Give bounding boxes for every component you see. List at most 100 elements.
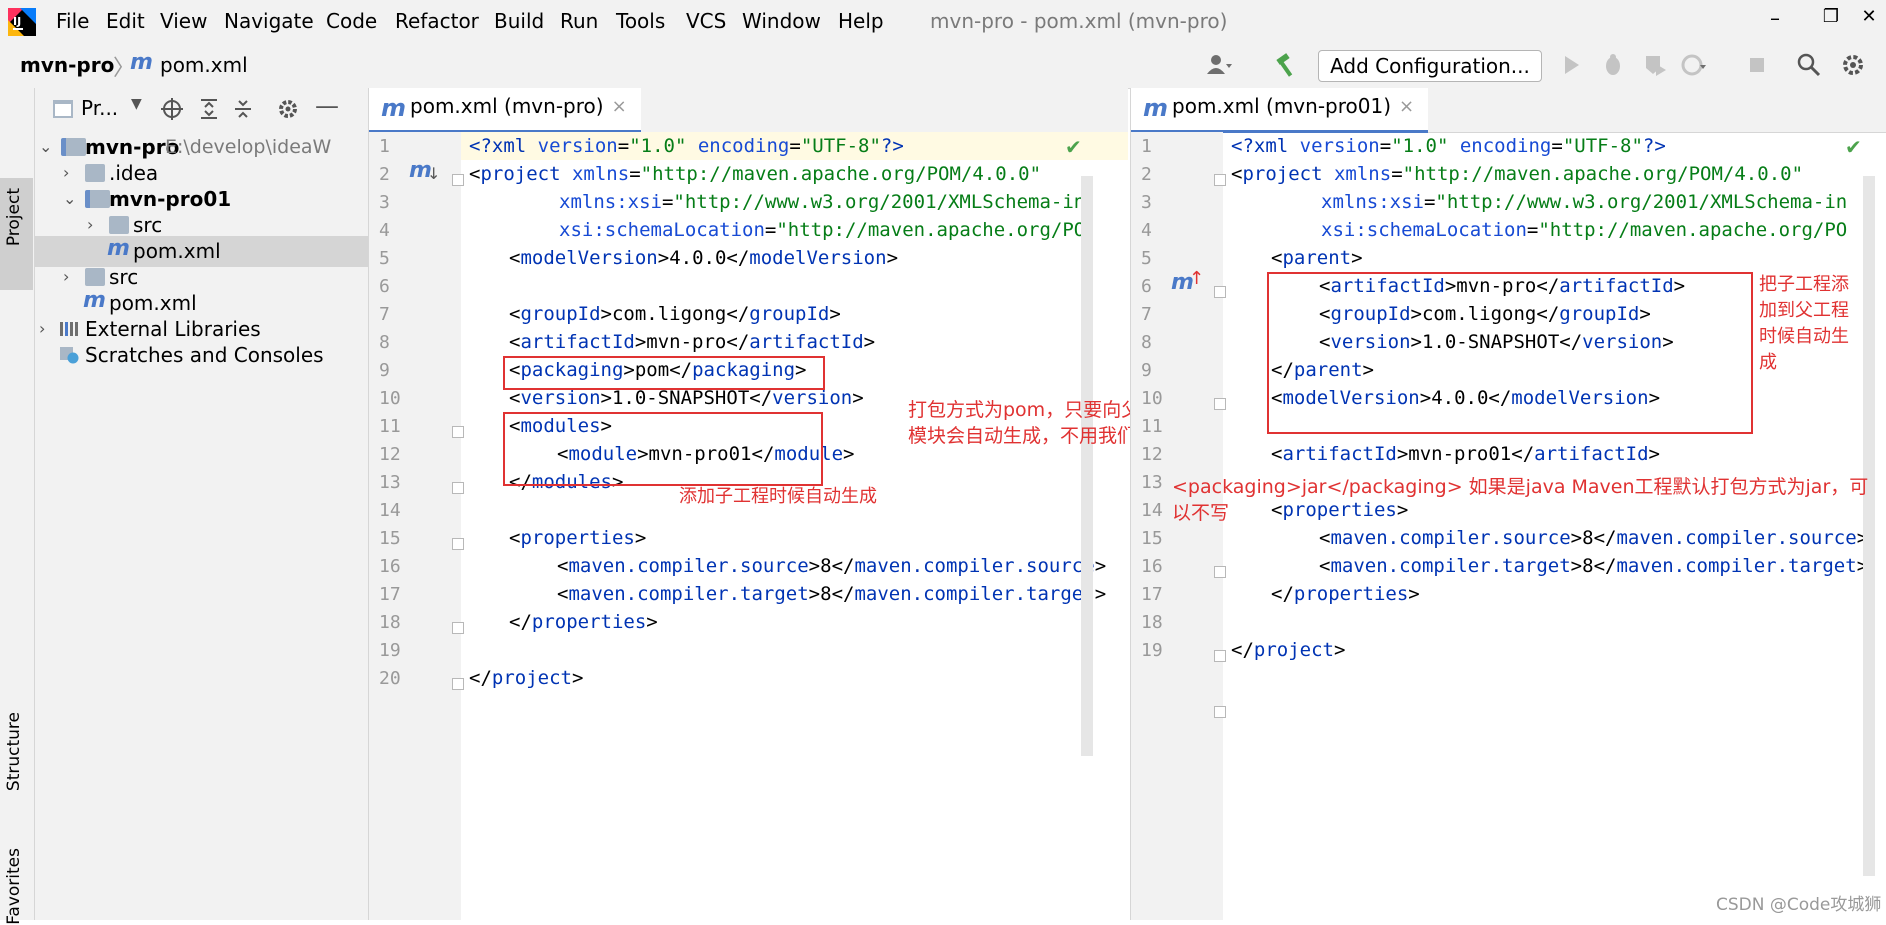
code-line: <project xmlns="http://maven.apache.org/…: [1231, 163, 1804, 185]
hide-panel-icon[interactable]: —: [315, 92, 339, 120]
code-line: <modelVersion>4.0.0</modelVersion>: [509, 247, 899, 269]
code-line: <project xmlns="http://maven.apache.org/…: [469, 163, 1042, 185]
code-line: </project>: [1231, 639, 1346, 661]
settings-gear-icon[interactable]: [1840, 52, 1866, 78]
line-number: 4: [1141, 220, 1152, 241]
menu-bar: IJ File Edit View Navigate Code Refactor…: [0, 0, 1886, 42]
line-number: 17: [1141, 584, 1163, 605]
chevron-right-icon[interactable]: ›: [87, 215, 93, 234]
user-icon[interactable]: [1206, 52, 1232, 78]
menu-build[interactable]: Build: [494, 9, 544, 33]
locate-file-icon[interactable]: [161, 98, 183, 120]
jar-packaging-annotation: <packaging>jar</packaging> 如果是java Maven…: [1172, 476, 1869, 524]
chevron-right-icon[interactable]: ›: [63, 163, 69, 182]
arrow-down-icon[interactable]: ↓: [427, 164, 440, 183]
menu-window[interactable]: Window: [742, 9, 821, 33]
line-number: 16: [379, 556, 401, 577]
menu-run[interactable]: Run: [560, 9, 598, 33]
menu-view[interactable]: View: [160, 9, 207, 33]
tree-item-path: E:\develop\ideaW: [165, 136, 332, 158]
menu-edit[interactable]: Edit: [106, 9, 145, 33]
structure-tool-tab[interactable]: Structure: [4, 712, 24, 791]
code-line: <maven.compiler.source>8</maven.compiler…: [557, 555, 1107, 577]
stop-icon[interactable]: [1744, 52, 1770, 78]
code-line: <artifactId>mvn-pro</artifactId>: [509, 331, 876, 353]
close-button[interactable]: ✕: [1854, 6, 1884, 34]
add-configuration-button[interactable]: Add Configuration...: [1318, 50, 1542, 82]
editor-left[interactable]: m pom.xml (mvn-pro) × m ↓ 1 2 3 4 5 6 7 8 9 10 11 12 1…: [369, 88, 1128, 920]
menu-code[interactable]: Code: [326, 9, 377, 33]
code-line: <artifactId>mvn-pro01</artifactId>: [1271, 443, 1660, 465]
tree-item-scratches[interactable]: Scratches and Consoles: [35, 340, 368, 371]
scratches-icon: [60, 347, 79, 364]
line-number: 2: [1141, 164, 1152, 185]
menu-vcs[interactable]: VCS: [686, 9, 726, 33]
close-tab-icon[interactable]: ×: [612, 96, 627, 117]
maven-file-icon: m: [381, 94, 407, 122]
code-line: <?xml version="1.0" encoding="UTF-8"?>: [469, 135, 904, 157]
coverage-icon[interactable]: [1642, 52, 1668, 78]
collapse-all-icon[interactable]: [233, 98, 253, 120]
vertical-scrollbar[interactable]: [1863, 176, 1875, 876]
tree-item-label: Scratches and Consoles: [85, 343, 324, 367]
editor-gutter: m ↓ 1 2 3 4 5 6 7 8 9 10 11 12 13 14 15 16 17 18 19 20: [369, 132, 464, 920]
line-number: 18: [1141, 612, 1163, 633]
code-line: xmlns:xsi="http://www.w3.org/2001/XMLSch…: [559, 191, 1086, 213]
project-view-selector[interactable]: Pr...: [81, 96, 118, 120]
gear-icon[interactable]: [277, 98, 299, 120]
chevron-down-icon[interactable]: ⌄: [39, 137, 52, 156]
menu-tools[interactable]: Tools: [616, 9, 665, 33]
tab-title: pom.xml (mvn-pro01): [1172, 94, 1391, 118]
editor-tab-bar: m pom.xml (mvn-pro01) ×: [1131, 88, 1886, 133]
close-tab-icon[interactable]: ×: [1399, 96, 1414, 117]
vertical-scrollbar[interactable]: [1081, 176, 1093, 756]
arrow-up-icon[interactable]: ↑: [1189, 268, 1204, 289]
tool-window-stripe: Project Structure Favorites: [0, 88, 35, 925]
run-icon[interactable]: [1558, 52, 1584, 78]
code-line: <maven.compiler.target>8</maven.compiler…: [1319, 555, 1868, 577]
no-problems-check-icon[interactable]: ✔: [1065, 135, 1082, 159]
watermark: CSDN @Code攻城狮: [1716, 895, 1882, 915]
editor-tab-bar: m pom.xml (mvn-pro) ×: [369, 88, 1128, 133]
code-area-right[interactable]: <?xml version="1.0" encoding="UTF-8"?> <…: [1223, 132, 1886, 920]
editor-tab-pom-mvn-pro01[interactable]: m pom.xml (mvn-pro01) ×: [1131, 88, 1429, 133]
line-number: 20: [379, 668, 401, 689]
restore-button[interactable]: ❐: [1816, 6, 1846, 34]
menu-help[interactable]: Help: [838, 9, 884, 33]
expand-all-icon[interactable]: [199, 98, 219, 120]
debug-icon[interactable]: [1600, 52, 1626, 78]
project-panel-header: Pr... ▼ —: [35, 88, 368, 130]
code-line: </properties>: [509, 611, 658, 633]
editor-tab-pom-mvn-pro[interactable]: m pom.xml (mvn-pro) ×: [369, 88, 641, 133]
project-panel: Pr... ▼ — ⌄ mvn-pro E:\develop\ideaW › .…: [35, 88, 369, 920]
no-problems-check-icon[interactable]: ✔: [1845, 135, 1862, 159]
code-line: <version>1.0-SNAPSHOT</version>: [509, 387, 864, 409]
breadcrumb-file[interactable]: pom.xml: [160, 53, 248, 77]
menu-file[interactable]: File: [56, 9, 89, 33]
chevron-down-icon[interactable]: ⌄: [63, 189, 76, 208]
code-line: </properties>: [1271, 583, 1420, 605]
menu-refactor[interactable]: Refactor: [395, 9, 479, 33]
code-area-left[interactable]: <?xml version="1.0" encoding="UTF-8"?> <…: [461, 132, 1128, 920]
code-line: xmlns:xsi="http://www.w3.org/2001/XMLSch…: [1321, 191, 1848, 213]
editor-gutter: m ↑ 1 2 3 4 5 6 7 8 9 10 11 12 13 14 15 16 17 18 19: [1131, 132, 1226, 920]
breadcrumb-project[interactable]: mvn-pro: [20, 53, 114, 77]
code-line: <maven.compiler.target>8</maven.compiler…: [557, 583, 1107, 605]
build-hammer-icon[interactable]: [1274, 52, 1300, 78]
minimize-button[interactable]: –: [1760, 6, 1790, 34]
line-number: 12: [1141, 444, 1163, 465]
library-icon: [60, 322, 78, 336]
chevron-right-icon[interactable]: ›: [39, 319, 45, 338]
project-tab-label: Project: [4, 188, 24, 247]
line-number: 6: [1141, 276, 1152, 297]
chevron-right-icon[interactable]: ›: [63, 267, 69, 286]
search-icon[interactable]: [1796, 52, 1822, 78]
line-number: 8: [379, 332, 390, 353]
tree-item-label: .idea: [109, 161, 159, 185]
profile-icon[interactable]: [1680, 52, 1706, 78]
menu-navigate[interactable]: Navigate: [224, 9, 314, 33]
line-number: 6: [379, 276, 390, 297]
chevron-down-icon[interactable]: ▼: [131, 96, 142, 112]
project-tool-tab[interactable]: Project: [0, 178, 33, 290]
favorites-tool-tab[interactable]: Favorites: [4, 848, 24, 925]
